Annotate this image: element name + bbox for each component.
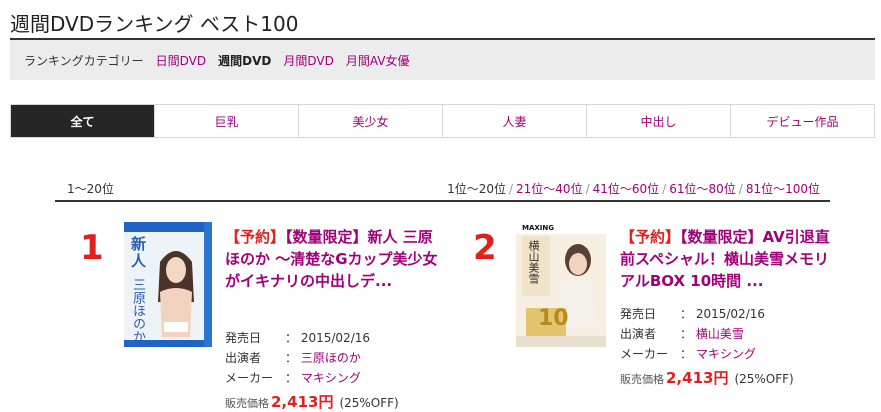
tab-all[interactable]: 全て [11,105,154,137]
pager-separator: / [585,182,590,196]
pager-separator: / [508,182,514,196]
product-cover-image[interactable]: MAXING 横山美雪 10 [516,222,606,347]
release-date-value: 2015/02/16 [695,307,766,321]
range-header: 1〜20位 1位〜20位/21位〜40位/41位〜60位/61位〜80位/81位… [55,178,830,202]
pager-link-21-40[interactable]: 21位〜40位 [516,182,583,196]
category-link-monthly-actress[interactable]: 月間AV女優 [346,52,410,69]
range-pager: 1位〜20位/21位〜40位/41位〜60位/61位〜80位/81位〜100位 [447,180,820,197]
product-title-link[interactable]: 【予約】【数量限定】AV引退直前スペシャル！横山美雪メモリアルBOX 10時間 … [620,226,830,292]
meta-colon: ： [285,351,298,365]
cover-label-number: 10 [538,306,569,331]
tag-limited: 【数量限定】 [680,228,763,246]
release-date-label: 発売日 [620,307,657,321]
maker-link[interactable]: マキシング [301,371,361,385]
cast-link[interactable]: 三原ほのか [301,351,361,365]
release-date-label: 発売日 [225,331,262,345]
tab-married-woman[interactable]: 人妻 [442,105,586,137]
price-line: 販売価格 2,413円 (25%OFF) [225,391,399,412]
cast-label: 出演者 [620,327,657,341]
meta-colon: ： [285,371,298,385]
cast-link[interactable]: 横山美雪 [696,327,744,341]
maker-label: メーカー [225,371,274,385]
release-date-value: 2015/02/16 [300,331,371,345]
current-range-label: 1〜20位 [67,182,114,196]
discount-value: (25%OFF) [734,372,794,386]
tab-beautiful-girl[interactable]: 美少女 [298,105,442,137]
price-value: 2,413円 [666,369,729,387]
price-label: 販売価格 [620,373,664,386]
page-title: 週間DVDランキング ベスト100 [10,12,299,36]
category-link-weekly[interactable]: 週間DVD [218,52,271,69]
product-title-link[interactable]: 【予約】【数量限定】新人 三原ほのか 〜清楚なGカップ美少女がイキナリの中出しデ… [225,226,440,292]
price-line: 販売価格 2,413円 (25%OFF) [620,367,794,388]
pager-current-page: 1位〜20位 [447,182,506,196]
meta-colon: ： [285,331,298,345]
cast-label: 出演者 [225,351,262,365]
tab-big-breasts[interactable]: 巨乳 [154,105,298,137]
cover-label-new: 新人 [129,236,147,270]
category-link-monthly[interactable]: 月間DVD [283,52,333,69]
product-meta: 発売日 ： 2015/02/16 出演者 ： 横山美雪 メーカー ： マキシング [620,304,765,364]
tab-debut[interactable]: デビュー作品 [730,105,874,137]
rank-number: 1 [80,228,104,268]
cover-label-brand: MAXING [522,224,554,232]
price-value: 2,413円 [271,393,334,411]
product-cover-image[interactable]: 新人 三原ほのか [124,222,212,347]
meta-colon: ： [680,347,693,361]
ranking-category-bar: ランキングカテゴリー 日間DVD 週間DVD 月間DVD 月間AV女優 [10,38,875,80]
tab-creampie[interactable]: 中出し [586,105,730,137]
price-label: 販売価格 [225,397,269,410]
tag-limited: 【数量限定】 [285,228,368,246]
meta-colon: ： [680,327,693,341]
pager-link-61-80[interactable]: 61位〜80位 [669,182,736,196]
maker-label: メーカー [620,347,669,361]
pager-separator: / [662,182,667,196]
cover-label-name: 三原ほのか [130,278,145,343]
pager-separator: / [738,182,743,196]
pager-link-81-100[interactable]: 81位〜100位 [746,182,820,196]
genre-tabs: 全て 巨乳 美少女 人妻 中出し デビュー作品 [10,104,875,138]
cover-label-name: 横山美雪 [527,240,540,284]
category-link-daily[interactable]: 日間DVD [156,52,206,69]
meta-colon: ： [680,307,693,321]
product-meta: 発売日 ： 2015/02/16 出演者 ： 三原ほのか メーカー ： マキシング [225,328,370,388]
pager-link-41-60[interactable]: 41位〜60位 [593,182,660,196]
tag-preorder: 【予約】 [620,228,681,246]
maker-link[interactable]: マキシング [696,347,756,361]
discount-value: (25%OFF) [339,396,399,410]
rank-number: 2 [473,228,497,268]
category-label: ランキングカテゴリー [24,53,144,68]
tag-preorder: 【予約】 [225,228,286,246]
